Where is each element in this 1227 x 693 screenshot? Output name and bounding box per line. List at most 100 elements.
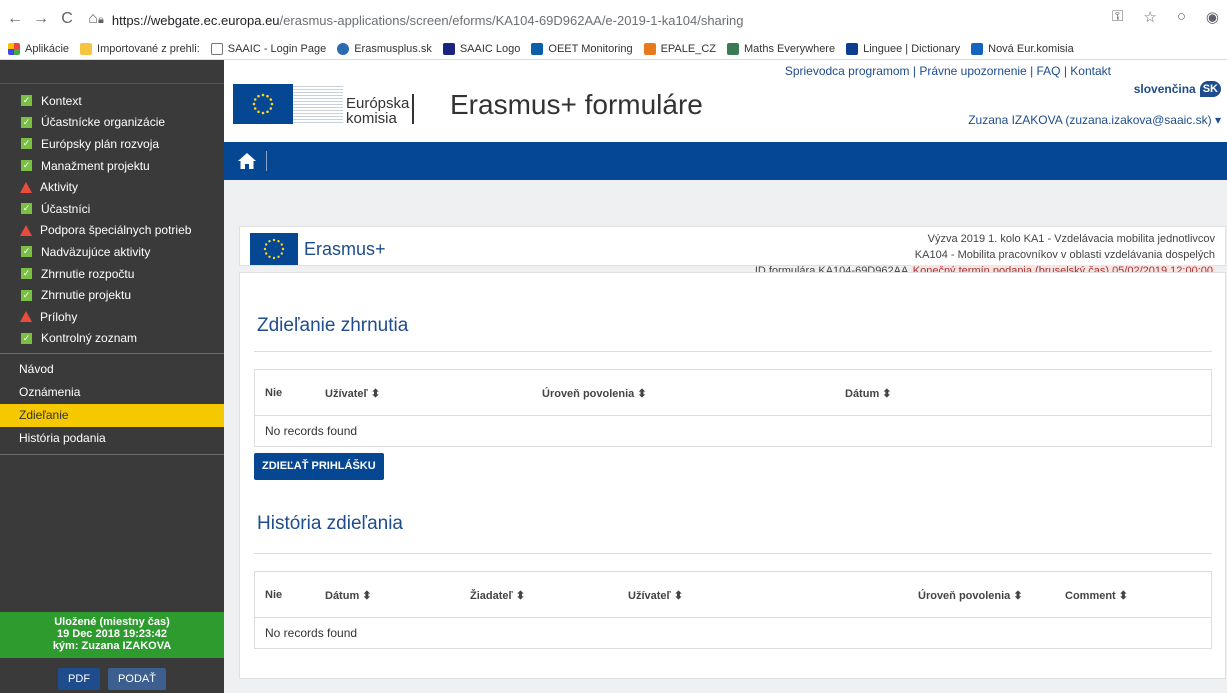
maths-icon — [727, 42, 739, 55]
sidebar-item-aktivity[interactable]: Aktivity — [0, 176, 224, 198]
sidebar-divider — [0, 353, 224, 355]
history-title: História zdieľania — [257, 513, 403, 534]
nav-oznamenia[interactable]: Oznámenia — [0, 381, 224, 404]
share-application-button[interactable]: ZDIEĽAŤ PRIHLÁŠKU — [254, 453, 384, 480]
eu-commission-text: Európska komisia — [346, 95, 410, 127]
eu-icon — [971, 42, 984, 55]
bookmark-oeet[interactable]: OEET Monitoring — [531, 42, 633, 55]
empty-row: No records found — [265, 424, 358, 438]
sidebar-item-europsky-plan[interactable]: ✓ Európsky plán rozvoja — [0, 133, 224, 155]
oeet-icon — [531, 42, 544, 55]
sidebar-item-kontext[interactable]: ✓ Kontext — [0, 90, 224, 112]
sidebar-item-kontrolny-zoznam[interactable]: ✓ Kontrolný zoznam — [0, 328, 224, 350]
nav-zdielanie[interactable]: Zdieľanie — [0, 404, 224, 428]
sort-icon: ⬍ — [673, 590, 684, 602]
call-line-1: Výzva 2019 1. kolo KA1 - Vzdelávacia mob… — [927, 233, 1215, 245]
sort-icon: ⬍ — [1013, 590, 1023, 602]
circle-icon[interactable]: ○ — [1177, 8, 1186, 26]
warning-icon — [20, 311, 32, 323]
key-icon[interactable]: ⚿ — [1112, 8, 1123, 26]
pdf-button[interactable]: PDF — [58, 668, 101, 690]
caret-down-icon: ▾ — [1214, 113, 1221, 127]
check-icon: ✓ — [21, 138, 32, 150]
column-header[interactable]: Dátum ⬍ — [845, 387, 892, 400]
check-icon: ✓ — [21, 95, 32, 107]
address-bar[interactable]: 🔒︎ https://webgate.ec.europa.eu/erasmus-… — [98, 8, 1138, 32]
check-icon: ✓ — [21, 203, 32, 215]
section-divider — [254, 553, 1212, 554]
sort-icon: ⬍ — [362, 590, 372, 602]
bookmark-saaic-logo[interactable]: SAAIC Logo — [442, 42, 520, 55]
call-info-panel: Erasmus+ Výzva 2019 1. kolo KA1 - Vzdelá… — [239, 226, 1226, 277]
history-table: Nie Dátum ⬍ Žiadateľ ⬍ Užívateľ ⬍ Úroveň… — [254, 571, 1212, 649]
column-header[interactable]: Nie — [265, 589, 282, 601]
top-links[interactable]: Sprievodca programom | Právne upozorneni… — [785, 64, 1111, 78]
account-icon[interactable]: ◉ — [1206, 8, 1219, 26]
nav-navod[interactable]: Návod — [0, 358, 224, 381]
check-icon: ✓ — [21, 246, 32, 258]
sort-icon: ⬍ — [882, 388, 892, 400]
bookmark-saaic-login[interactable]: SAAIC - Login Page — [210, 42, 326, 55]
column-header[interactable]: Nie — [265, 387, 282, 399]
saved-time: 19 Dec 2018 19:23:42 — [56, 628, 168, 640]
submit-button[interactable]: PODAŤ — [108, 668, 166, 690]
back-icon[interactable]: ← — [4, 8, 26, 30]
bookmark-epale[interactable]: EPALE_CZ — [643, 42, 716, 55]
column-header[interactable]: Dátum ⬍ — [325, 589, 372, 602]
check-icon: ✓ — [21, 160, 32, 172]
sort-icon: ⬍ — [515, 590, 526, 602]
sort-icon: ⬍ — [637, 388, 647, 400]
home-icon[interactable] — [236, 150, 258, 172]
column-header[interactable]: Úroveň povolenia ⬍ — [542, 387, 647, 400]
sidebar-item-nadvazujuce[interactable]: ✓ Nadväzujúce aktivity — [0, 241, 224, 263]
eu-flag-logo — [233, 84, 293, 124]
url-path: /erasmus-applications/screen/eforms/KA10… — [279, 12, 744, 28]
saved-by: kým: Zuzana IZAKOVA — [52, 640, 172, 652]
url-host: https://webgate.ec.europa.eu — [111, 12, 280, 28]
bookmark-linguee[interactable]: Linguee | Dictionary — [846, 42, 960, 55]
sort-icon: ⬍ — [370, 388, 381, 400]
column-header[interactable]: Úroveň povolenia ⬍ — [918, 589, 1023, 602]
table-header: Nie Užívateľ ⬍ Úroveň povolenia ⬍ Dátum … — [255, 370, 1211, 416]
bookmark-eur-komisia[interactable]: Nová Eur.komisia — [971, 42, 1074, 55]
column-header[interactable]: Žiadateľ ⬍ — [470, 589, 525, 602]
check-icon: ✓ — [21, 289, 32, 301]
column-header[interactable]: Užívateľ ⬍ — [325, 387, 380, 400]
sidebar-top-strip — [0, 60, 224, 84]
bookmark-erasmusplus[interactable]: Erasmusplus.sk — [337, 42, 432, 55]
column-header[interactable]: Comment ⬍ — [1065, 589, 1128, 602]
reload-icon[interactable]: C — [56, 8, 78, 30]
sharing-table: Nie Užívateľ ⬍ Úroveň povolenia ⬍ Dátum … — [254, 369, 1212, 447]
sidebar-item-zhrnutie-projektu[interactable]: ✓ Zhrnutie projektu — [0, 284, 224, 306]
bookmark-imported[interactable]: Importované z prehli: — [80, 42, 200, 55]
app-title: Erasmus+ formuláre — [450, 89, 703, 120]
user-menu[interactable]: Zuzana IZAKOVA (zuzana.izakova@saaic.sk)… — [968, 113, 1221, 127]
language-selector[interactable]: slovenčina SK — [1134, 81, 1221, 97]
warning-icon — [20, 224, 32, 236]
apps-icon — [8, 42, 20, 55]
check-icon: ✓ — [21, 332, 32, 344]
page-icon — [210, 42, 223, 55]
eu-stars-icon — [252, 93, 274, 115]
sidebar-item-prilohy[interactable]: Prílohy — [0, 306, 224, 328]
call-line-2: KA104 - Mobilita pracovníkov v oblasti v… — [914, 249, 1215, 261]
forward-icon[interactable]: → — [30, 8, 52, 30]
section-divider — [254, 351, 1212, 352]
nav-historia-podania[interactable]: História podania — [0, 427, 224, 450]
sidebar-item-ucastnicke-organizacie[interactable]: ✓ Účastnícke organizácie — [0, 112, 224, 134]
warning-icon — [20, 181, 32, 193]
sidebar-item-podpora[interactable]: Podpora špeciálnych potrieb — [0, 220, 224, 242]
sidebar-item-zhrnutie-rozpoctu[interactable]: ✓ Zhrnutie rozpočtu — [0, 263, 224, 285]
bookmark-apps[interactable]: Aplikácie — [8, 42, 69, 55]
sidebar-item-ucastnici[interactable]: ✓ Účastníci — [0, 198, 224, 220]
sidebar-item-manazment[interactable]: ✓ Manažment projektu — [0, 155, 224, 177]
check-icon: ✓ — [21, 268, 32, 280]
star-icon[interactable]: ☆ — [1143, 8, 1156, 26]
browser-toolbar: ← → C ⌂ 🔒︎ https://webgate.ec.europa.eu /… — [0, 0, 1227, 38]
main-navbar — [224, 142, 1227, 180]
main-panel: Zdieľanie zhrnutia Nie Užívateľ ⬍ Úroveň… — [239, 272, 1226, 679]
sidebar: ✓ Kontext ✓ Účastnícke organizácie ✓ Európs… — [0, 60, 224, 693]
bookmark-maths[interactable]: Maths Everywhere — [727, 42, 835, 55]
column-header[interactable]: Užívateľ ⬍ — [628, 589, 683, 602]
epale-icon — [643, 42, 656, 55]
